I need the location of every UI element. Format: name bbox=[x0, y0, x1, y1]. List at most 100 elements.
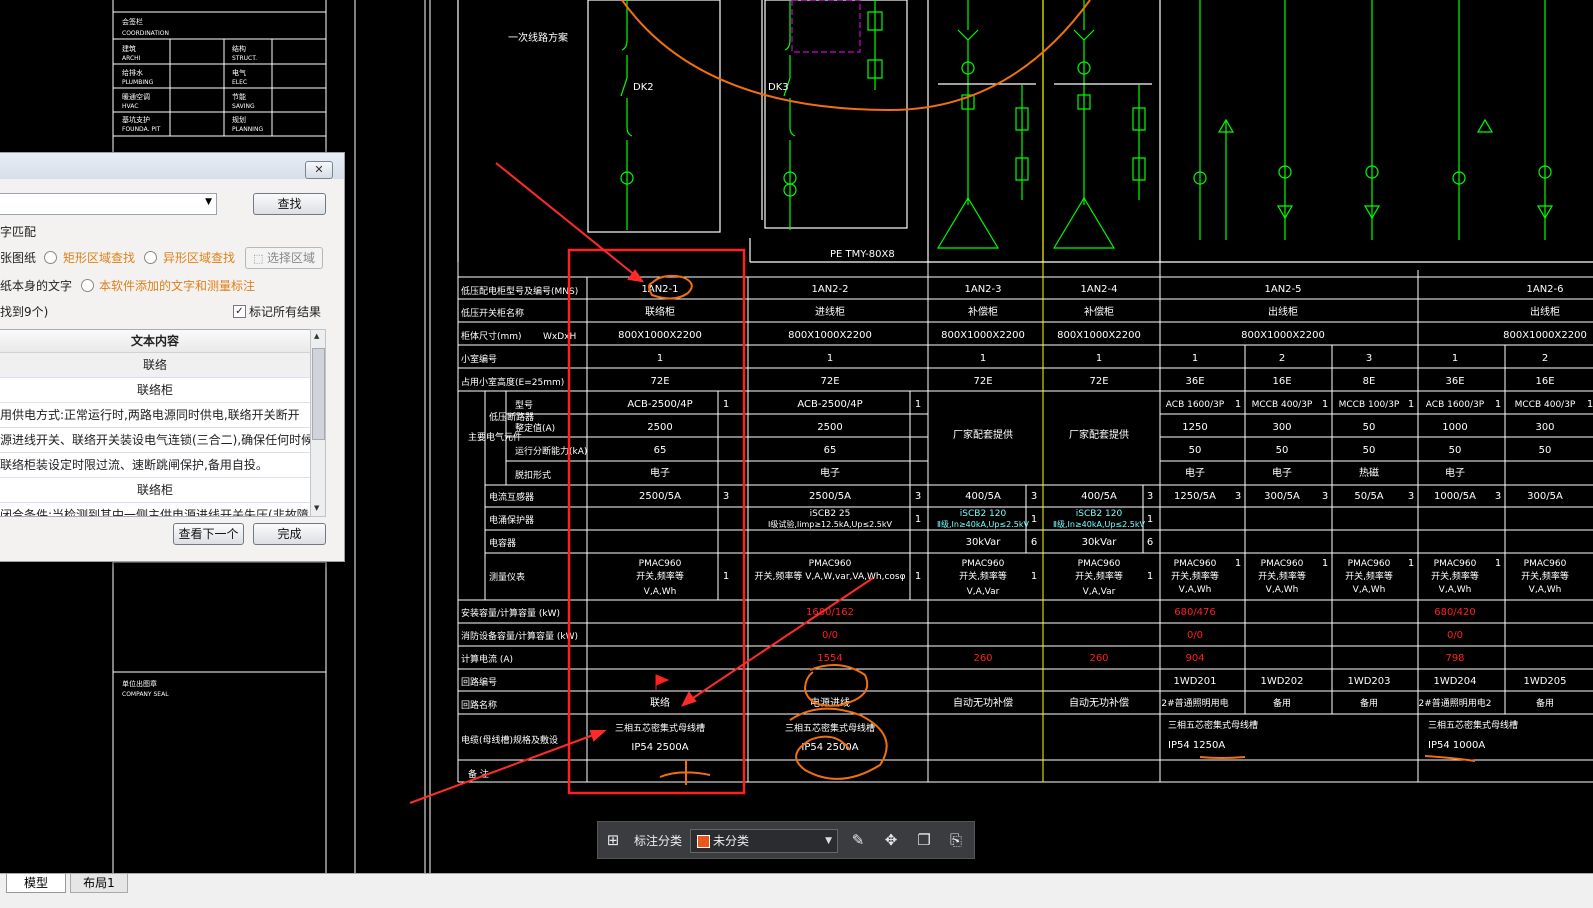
tb-plumbing-en: PLUMBING bbox=[122, 79, 154, 86]
schedule-cell: 1 bbox=[1031, 514, 1037, 525]
grid-icon[interactable]: ⊞ bbox=[603, 830, 623, 850]
scroll-up-icon[interactable]: ▲ bbox=[314, 332, 319, 340]
schedule-cell: 65 bbox=[824, 445, 837, 456]
tb-founda-cn: 基坑支护 bbox=[122, 115, 150, 124]
schedule-cell: Ⅰ级试验,Iimp≥12.5kA,Up≤2.5kV bbox=[768, 519, 893, 529]
schedule-cell: MCCB 100/3P bbox=[1339, 400, 1400, 410]
schedule-cell: 300 bbox=[1272, 422, 1291, 433]
option-added-text-label[interactable]: 本软件添加的文字和测量标注 bbox=[99, 277, 255, 294]
schedule-cell: 1WD205 bbox=[1523, 676, 1566, 687]
schedule-cell: 1680/162 bbox=[806, 607, 854, 618]
radio-irregular-search[interactable] bbox=[144, 251, 157, 264]
schedule-cell: 904 bbox=[1185, 653, 1204, 664]
schedule-cell: 1AN2-3 bbox=[964, 284, 1001, 295]
tb-planning-cn: 规划 bbox=[232, 115, 246, 124]
table-row[interactable]: 联络柜 bbox=[0, 378, 310, 403]
table-row[interactable]: 联络柜 bbox=[0, 478, 310, 503]
schedule-cell: 0/0 bbox=[822, 630, 838, 641]
search-input[interactable]: ▼ bbox=[0, 193, 217, 215]
category-select[interactable]: 未分类 ▼ bbox=[690, 829, 838, 853]
move-icon[interactable]: ✥ bbox=[881, 830, 901, 850]
schedule-cell: 电子 bbox=[820, 466, 840, 479]
row-label: 型号 bbox=[515, 400, 533, 411]
row-label: 整定值(A) bbox=[515, 422, 555, 434]
tb-struct-en: STRUCT. bbox=[232, 55, 257, 62]
option-drawing-text[interactable]: 纸本身的文字 bbox=[0, 277, 72, 294]
diagram-labels: 一次线路方案 DK2 DK3 PE TMY-80X8 bbox=[508, 31, 895, 260]
schedule-cell: 6 bbox=[1031, 537, 1037, 548]
tb-founda-en: FOUNDA. PIT bbox=[122, 126, 161, 133]
found-count: 找到9个) bbox=[0, 305, 49, 319]
schedule-cell: PMAC960 bbox=[1174, 559, 1217, 569]
radio-added-text[interactable] bbox=[81, 279, 94, 292]
schedule-cell: 1AN2-5 bbox=[1264, 284, 1301, 295]
schedule-cell: 72E bbox=[650, 376, 669, 387]
select-area-icon: ⬚ bbox=[253, 252, 267, 265]
select-area-button[interactable]: ⬚ 选择区域 bbox=[245, 247, 323, 269]
results-scrollbar[interactable]: ▲ ▼ bbox=[310, 329, 326, 517]
row-label: 电流互感器 bbox=[489, 491, 534, 503]
schedule-cell: IP54 1250A bbox=[1168, 740, 1225, 751]
edit-icon[interactable]: ✎ bbox=[848, 830, 868, 850]
tb-planning-en: PLANNING bbox=[232, 126, 263, 133]
schedule-cell: 开关,频率等 bbox=[1521, 570, 1569, 582]
option-irregular-search-label[interactable]: 异形区域查找 bbox=[163, 249, 235, 266]
schedule-cell: 1 bbox=[915, 399, 921, 410]
schedule-cell: 1 bbox=[1235, 399, 1241, 410]
schedule-cell: 开关,频率等 bbox=[959, 570, 1007, 582]
row-label: WxDxH bbox=[543, 332, 576, 342]
mark-all-checkbox[interactable]: ✓ bbox=[233, 305, 246, 318]
chevron-down-icon[interactable]: ▼ bbox=[825, 830, 832, 852]
schedule-cell: PMAC960 bbox=[1078, 559, 1121, 569]
row-label: 占用小室高度(E=25mm) bbox=[461, 376, 564, 388]
schedule-cell: 2#普通照明用电 bbox=[1161, 697, 1228, 709]
table-row[interactable]: 源进线开关、联络开关装设电气连锁(三合二),确保任何时候 bbox=[0, 428, 310, 453]
schedule-cell: ACB 1600/3P bbox=[1426, 400, 1485, 410]
schedule-cell: 1AN2-1 bbox=[641, 284, 678, 295]
schedule-cell: 3 bbox=[1031, 491, 1037, 502]
mark-all-label[interactable]: 标记所有结果 bbox=[249, 303, 321, 320]
schedule-cell: 1WD204 bbox=[1433, 676, 1476, 687]
paste-icon[interactable]: ⎘ bbox=[946, 830, 966, 850]
schedule-cell: 出线柜 bbox=[1268, 305, 1298, 318]
results-table-header: 文本内容 bbox=[0, 330, 310, 353]
schedule-cell: 3 bbox=[1408, 491, 1414, 502]
close-icon: ✕ bbox=[314, 163, 324, 176]
option-whole-drawing[interactable]: 张图纸 bbox=[0, 249, 36, 266]
option-whole-text-match[interactable]: 字匹配 bbox=[0, 223, 36, 240]
schedule-cell: 0/0 bbox=[1187, 630, 1203, 641]
schedule-cell: 1AN2-4 bbox=[1080, 284, 1117, 295]
category-color-swatch bbox=[697, 835, 710, 848]
dialog-titlebar[interactable] bbox=[0, 153, 344, 179]
radio-rect-search[interactable] bbox=[44, 251, 57, 264]
category-value: 未分类 bbox=[713, 834, 750, 848]
schedule-cell: 50 bbox=[1449, 445, 1462, 456]
option-rect-search-label[interactable]: 矩形区域查找 bbox=[63, 249, 135, 266]
find-next-button[interactable]: 查看下一个 bbox=[173, 523, 244, 545]
chevron-down-icon[interactable]: ▼ bbox=[205, 197, 212, 207]
table-row[interactable]: 联络柜装设定时限过流、速断跳闸保护,备用自投。 bbox=[0, 453, 310, 478]
tab-layout1[interactable]: 布局1 bbox=[70, 874, 128, 893]
scroll-down-icon[interactable]: ▼ bbox=[314, 504, 319, 512]
find-button[interactable]: 查找 bbox=[253, 193, 326, 215]
tb-hvac-cn: 暖通空调 bbox=[122, 92, 150, 101]
schedule-cell: 1 bbox=[1096, 353, 1102, 364]
schedule-cell: 1 bbox=[915, 514, 921, 525]
schedule-cell: 1 bbox=[1235, 558, 1241, 569]
done-button[interactable]: 完成 bbox=[253, 523, 326, 545]
schedule-cell: Ⅱ级,In≥40kA,Up≤2.5kV bbox=[1053, 519, 1145, 529]
table-row[interactable]: 用供电方式:正常运行时,两路电源同时供电,联络开关断开 bbox=[0, 403, 310, 428]
table-row[interactable]: 闭合条件:当检测到其中一侧主供电源进线开关失压(非故障 bbox=[0, 503, 310, 516]
schedule-cell: 72E bbox=[1089, 376, 1108, 387]
schedule-cell: 50 bbox=[1363, 445, 1376, 456]
scrollbar-thumb[interactable] bbox=[312, 348, 325, 440]
schedule-cell: 2500 bbox=[817, 422, 842, 433]
schedule-cell: 三相五芯密集式母线槽 bbox=[615, 722, 705, 734]
schedule-cell: 1 bbox=[1587, 399, 1593, 410]
schedule-cell: IP54 2500A bbox=[801, 742, 858, 753]
schedule-cell: 300 bbox=[1535, 422, 1554, 433]
tab-model[interactable]: 模型 bbox=[6, 874, 66, 893]
close-dialog-button[interactable]: ✕ bbox=[305, 161, 333, 179]
copy-icon[interactable]: ❐ bbox=[914, 830, 934, 850]
table-row[interactable]: 联络 bbox=[0, 353, 310, 378]
